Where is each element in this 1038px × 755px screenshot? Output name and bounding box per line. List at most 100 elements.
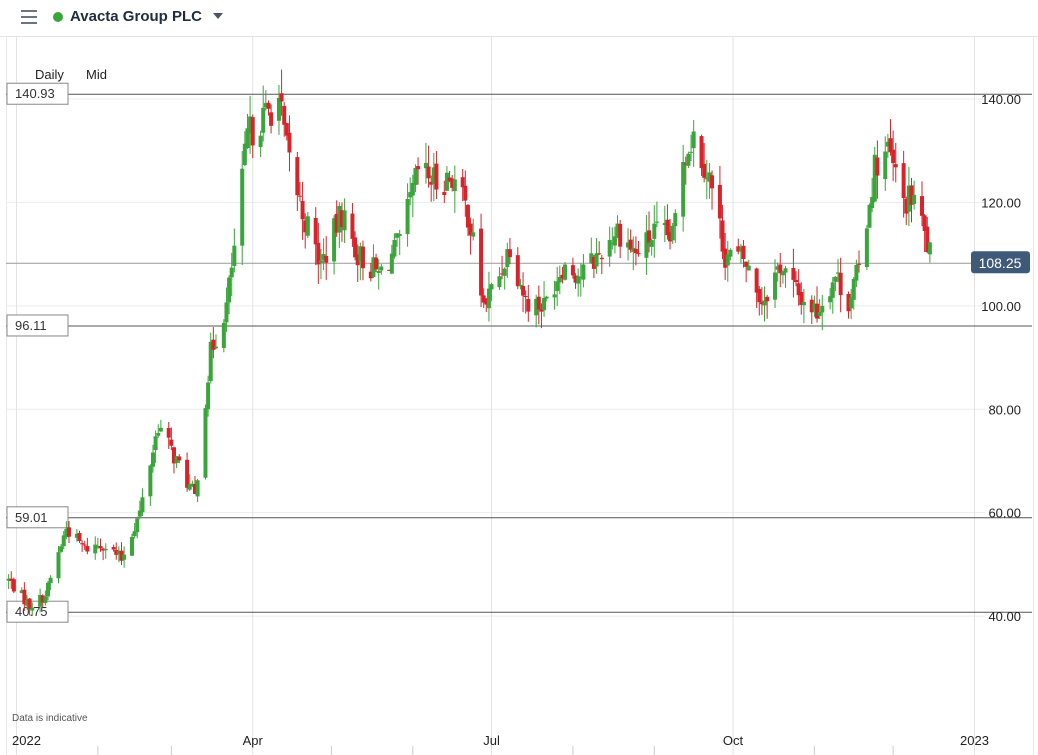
candle-body	[434, 163, 439, 190]
candle-body	[85, 546, 90, 552]
candle-body	[741, 245, 746, 260]
candle-body	[221, 322, 226, 348]
candle-body	[830, 282, 835, 298]
candle-body	[43, 596, 48, 604]
candle-body	[633, 248, 638, 254]
candle-body	[773, 272, 778, 300]
candle-body	[652, 223, 657, 239]
axis-labels: 40.00 60.00 80.00 100.00 120.00 140.00 2022 Apr…	[12, 92, 1021, 748]
candle-body	[891, 149, 896, 164]
candle-body	[185, 459, 190, 488]
candle-body	[261, 107, 266, 133]
candle-body	[463, 185, 468, 201]
candle-body	[649, 240, 654, 247]
candle-body	[148, 465, 153, 497]
candle-body	[295, 157, 300, 196]
candle-body	[838, 272, 843, 296]
candle-body	[801, 301, 806, 306]
price-level-label: 140.93	[15, 86, 55, 101]
candle-body	[710, 175, 715, 189]
candle-body	[77, 533, 82, 542]
candle-body	[158, 427, 163, 432]
candle-body	[673, 213, 678, 227]
candle-body	[111, 546, 116, 550]
candle-body	[27, 598, 32, 610]
candle-body	[864, 228, 869, 268]
candle-body	[324, 255, 329, 263]
candle-body	[48, 577, 53, 584]
candle-body	[765, 296, 770, 302]
candle-body	[397, 233, 402, 237]
candle-body	[169, 439, 174, 446]
candle-body	[570, 265, 575, 276]
candle-body	[912, 194, 917, 204]
candle-body	[444, 172, 449, 191]
candle-body	[66, 527, 71, 537]
candle-body	[153, 436, 158, 451]
candle-body	[581, 264, 586, 280]
candle-body	[479, 228, 484, 296]
grid	[6, 37, 985, 755]
candle-body	[594, 253, 599, 267]
candle-body	[122, 554, 127, 560]
y-tick-label: 100.00	[981, 299, 1021, 314]
candle-body	[350, 213, 355, 239]
y-tick-label: 60.00	[988, 506, 1021, 521]
candle-body	[526, 298, 531, 312]
candle-body	[232, 245, 237, 267]
candle-body	[279, 93, 284, 102]
candle-body	[720, 220, 725, 252]
candle-body	[746, 265, 751, 271]
candle-body	[103, 548, 108, 551]
candle-body	[135, 518, 140, 533]
candle-body	[342, 210, 347, 231]
candle-body	[282, 105, 287, 125]
candle-body	[416, 166, 421, 170]
candle-body	[851, 278, 856, 300]
candle-body	[817, 312, 822, 316]
x-tick-label: 2023	[960, 733, 989, 748]
candle-body	[59, 546, 64, 552]
candle-body	[392, 240, 397, 257]
candle-body	[689, 151, 694, 153]
candle-body	[353, 237, 358, 258]
candle-body	[783, 268, 788, 273]
candle-body	[195, 480, 200, 497]
candle-body	[376, 270, 381, 274]
candle-body	[250, 117, 255, 146]
candle-body	[507, 249, 512, 258]
candlestick-chart: 140.9396.1159.0140.75108.25 40.0060.0080…	[6, 37, 1032, 755]
x-tick-label: Jul	[483, 733, 500, 748]
candle-body	[413, 167, 418, 185]
candle-body	[515, 255, 520, 287]
candle-body	[389, 253, 394, 274]
candle-body	[636, 253, 641, 255]
candle-body	[489, 284, 494, 290]
candle-body	[313, 217, 318, 245]
candle-body	[452, 179, 457, 192]
candle-body	[80, 543, 85, 545]
candle-body	[206, 382, 211, 410]
candle-body	[360, 246, 365, 269]
candle-body	[405, 198, 410, 235]
candle-body	[681, 161, 686, 217]
candle-body	[442, 191, 447, 195]
candle-body	[156, 433, 161, 436]
candle-body	[542, 297, 547, 311]
candle-body	[45, 582, 50, 597]
candle-body	[555, 281, 560, 292]
candles	[6, 69, 932, 617]
candle-body	[150, 452, 155, 467]
candle-body	[177, 456, 182, 461]
candle-body	[670, 225, 675, 241]
candle-body	[893, 164, 898, 168]
candle-body	[867, 204, 872, 228]
candle-body	[820, 305, 825, 313]
candle-body	[833, 276, 838, 282]
candle-body	[269, 112, 274, 126]
candle-body	[227, 277, 232, 303]
y-tick-label: 140.00	[981, 92, 1021, 107]
candle-body	[374, 257, 379, 270]
candle-body	[521, 285, 526, 296]
candle-body	[920, 196, 925, 216]
